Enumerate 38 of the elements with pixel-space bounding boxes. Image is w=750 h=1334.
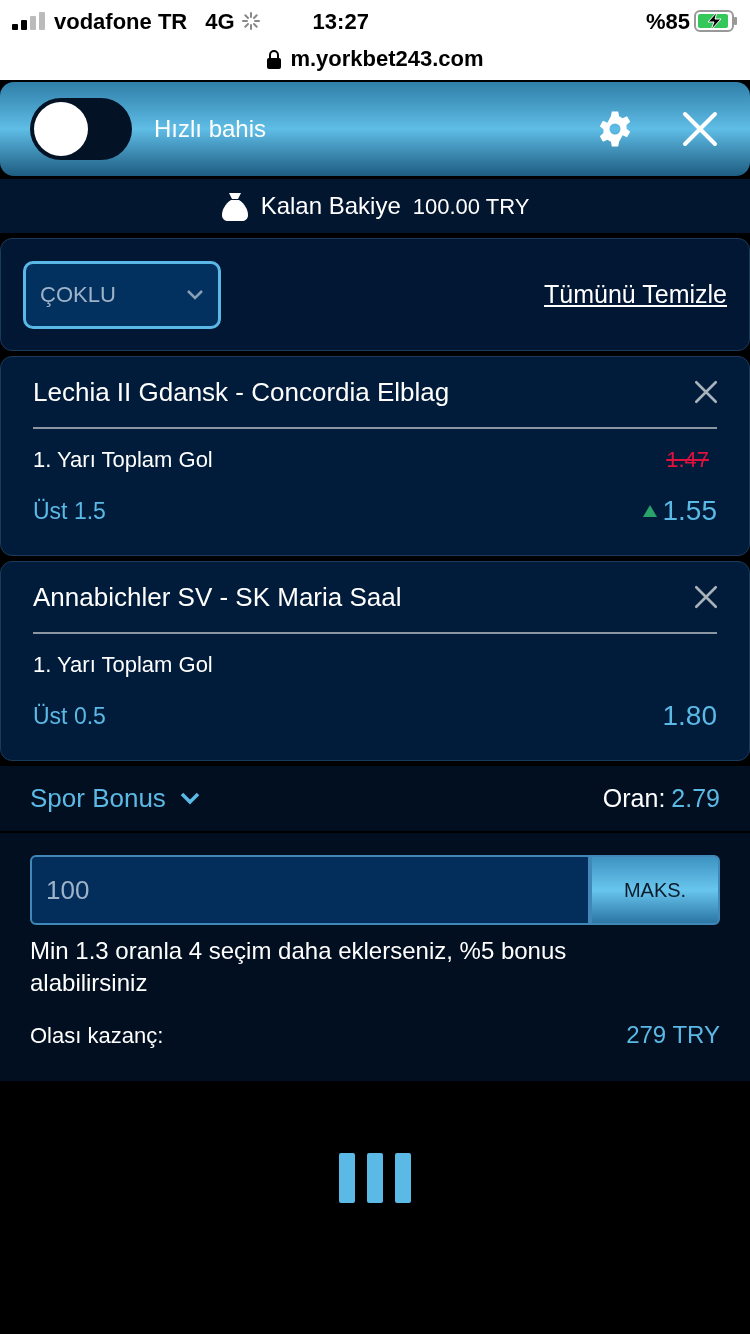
match-name: Lechia II Gdansk - Concordia Elblag xyxy=(33,375,450,409)
signal-icon xyxy=(12,12,46,30)
remove-icon[interactable] xyxy=(693,584,719,610)
clear-all-link[interactable]: Tümünü Temizle xyxy=(544,275,727,314)
sport-bonus-dropdown[interactable]: Spor Bonus xyxy=(30,779,200,818)
money-bag-icon xyxy=(220,191,249,221)
balance-amount: 100.00 TRY xyxy=(412,192,530,221)
market-name: 1. Yarı Toplam Gol xyxy=(33,446,213,474)
lock-icon xyxy=(266,48,283,69)
stake-input[interactable]: 100 xyxy=(30,855,590,925)
battery-charging-icon xyxy=(694,10,738,32)
chevron-down-icon xyxy=(186,288,204,301)
chevron-down-icon xyxy=(179,792,200,805)
match-name: Annabichler SV - SK Maria Saal xyxy=(33,580,402,614)
balance-label: Kalan Bakiye xyxy=(260,191,401,221)
bet-type-dropdown[interactable]: ÇOKLU xyxy=(23,260,221,329)
selection-name: Üst 0.5 xyxy=(33,701,106,731)
quick-bet-label: Hızlı bahis xyxy=(154,114,267,144)
network-type: 4G xyxy=(205,7,235,36)
odds-value[interactable]: 1.80 xyxy=(662,695,717,737)
close-icon[interactable] xyxy=(680,109,720,149)
payout-amount: 279 TRY xyxy=(626,1020,720,1050)
battery-percent: %85 xyxy=(645,7,690,36)
payout-label: Olası kazanç: xyxy=(30,1021,164,1050)
old-odds: 1.47 xyxy=(666,446,709,474)
menu-handle-icon[interactable] xyxy=(339,1153,411,1203)
total-odds: 2.79 xyxy=(671,782,720,814)
market-name: 1. Yarı Toplam Gol xyxy=(33,651,213,679)
bonus-hint-text: Min 1.3 oranla 4 seçim daha eklerseniz, %5 bonus alabilirsiniz xyxy=(30,936,568,998)
remove-icon[interactable] xyxy=(693,379,719,405)
loading-spinner-icon xyxy=(240,11,261,31)
carrier-name: vodafone TR xyxy=(54,7,188,36)
odds-label: Oran: xyxy=(602,782,666,814)
url-text[interactable]: m.yorkbet243.com xyxy=(290,42,484,75)
clock-time: 13:27 xyxy=(312,7,369,36)
max-stake-button[interactable]: MAKS. xyxy=(590,855,720,925)
odds-value[interactable]: 1.55 xyxy=(662,490,717,532)
selection-name: Üst 1.5 xyxy=(33,496,106,526)
